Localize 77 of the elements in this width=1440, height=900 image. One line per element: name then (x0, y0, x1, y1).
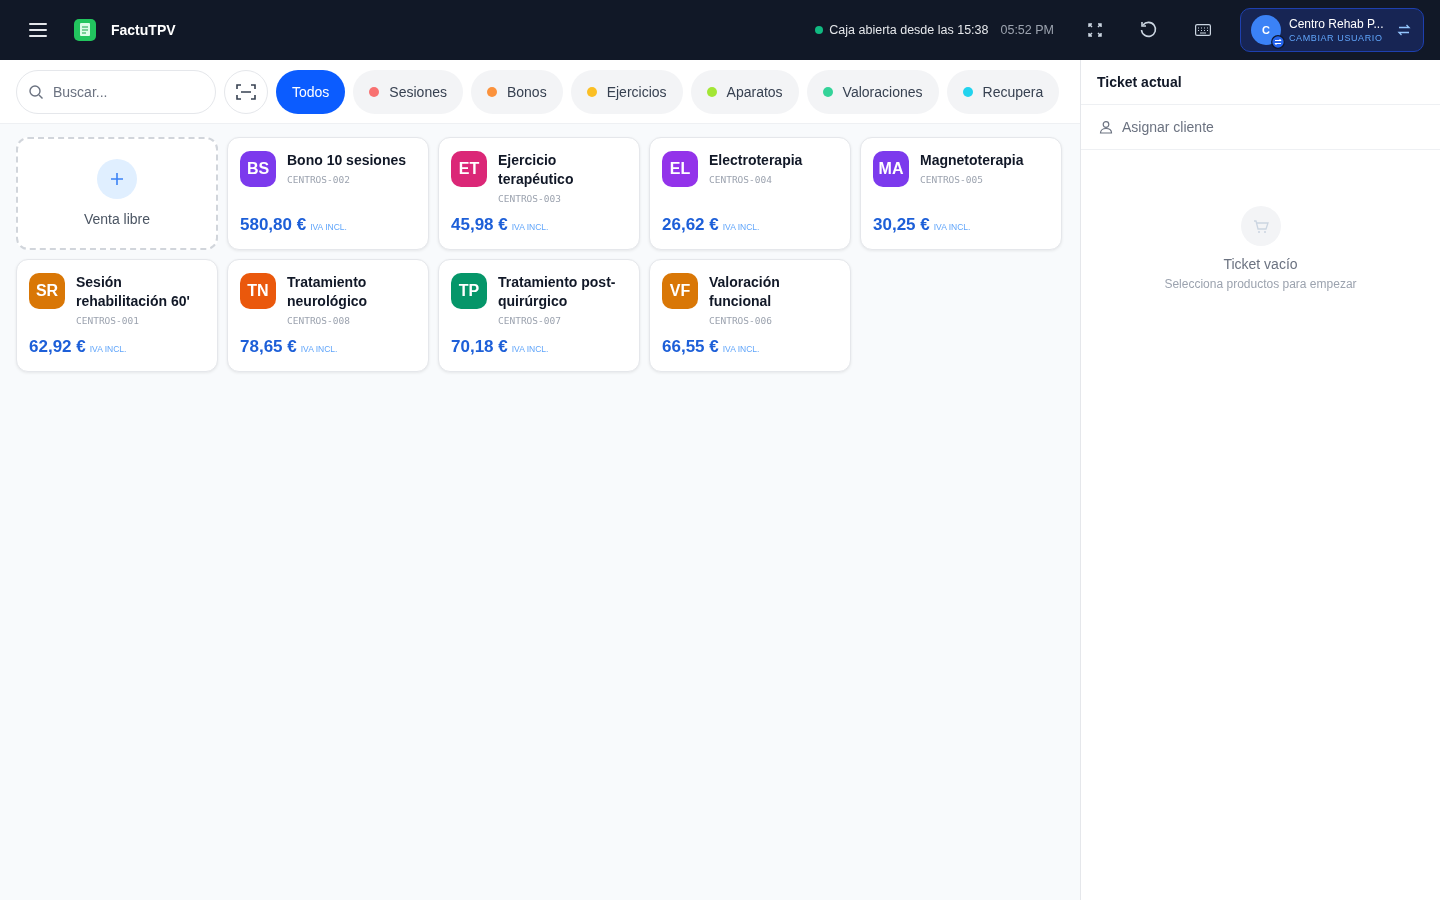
product-name: Electroterapia (709, 151, 803, 170)
product-initials: TP (451, 273, 487, 309)
product-name: Magnetoterapia (920, 151, 1024, 170)
product-initials: VF (662, 273, 698, 309)
category-tab[interactable]: Sesiones (353, 69, 463, 114)
tax-note: IVA INCL. (933, 222, 971, 232)
product-card[interactable]: TN Tratamiento neurológico CENTROS-008 78,65 € IVA INCL. (227, 259, 429, 372)
switch-user-label: CAMBIAR USUARIO (1289, 33, 1383, 43)
tax-note: IVA INCL. (511, 222, 549, 232)
category-tab[interactable]: Valoraciones (806, 69, 939, 114)
product-name: Tratamiento post-quirúrgico (498, 273, 617, 311)
empty-ticket-hint: Selecciona productos para empezar (1164, 277, 1357, 291)
product-price: 580,80 € (240, 215, 307, 235)
scan-icon (236, 83, 256, 100)
tax-note: IVA INCL. (300, 344, 338, 354)
product-price: 30,25 € (873, 215, 930, 235)
product-price: 62,92 € (29, 337, 86, 357)
empty-ticket-title: Ticket vacío (1223, 256, 1298, 272)
free-sale-card[interactable]: Venta libre (16, 137, 218, 250)
product-name: Sesión rehabilitación 60' (76, 273, 191, 311)
clock: 05:52 PM (1000, 23, 1054, 37)
product-card[interactable]: BS Bono 10 sesiones CENTROS-002 580,80 € IVA INCL. (227, 137, 429, 250)
assign-client-button[interactable]: Asignar cliente (1081, 105, 1440, 150)
product-code: CENTROS-008 (287, 315, 351, 326)
swap-icon (1397, 23, 1411, 37)
product-name: Valoración funcional (709, 273, 781, 311)
product-card[interactable]: VF Valoración funcional CENTROS-006 66,55 € IVA INCL. (649, 259, 851, 372)
status-dot (815, 26, 824, 34)
product-code: CENTROS-003 (498, 193, 562, 204)
product-price: 70,18 € (451, 337, 508, 357)
category-tab[interactable]: Todos (276, 69, 346, 114)
product-price: 78,65 € (240, 337, 297, 357)
register-status: Caja abierta desde las 15:38 (829, 23, 989, 37)
product-card[interactable]: EL Electroterapia CENTROS-004 26,62 € IVA INCL. (649, 137, 851, 250)
product-initials: MA (873, 151, 909, 187)
product-initials: SR (29, 273, 65, 309)
tax-note: IVA INCL. (310, 222, 347, 232)
plus-icon (97, 159, 137, 199)
product-code: CENTROS-002 (287, 174, 351, 185)
search-field[interactable]: Buscar... (16, 69, 216, 114)
app-name: FactuTPV (111, 22, 176, 38)
product-card[interactable]: TP Tratamiento post-quirúrgico CENTROS-007 70,18 € IVA INCL. (438, 259, 640, 372)
product-price: 45,98 € (451, 215, 508, 235)
product-code: CENTROS-005 (920, 174, 984, 185)
product-code: CENTROS-004 (709, 174, 773, 185)
category-tab[interactable]: Aparatos (690, 69, 799, 114)
product-card[interactable]: ET Ejercicio terapéutico CENTROS-003 45,98 € IVA INCL. (438, 137, 640, 250)
tax-note: IVA INCL. (722, 344, 760, 354)
tax-note: IVA INCL. (511, 344, 549, 354)
switch-user-button[interactable]: C Centro Rehab P... CAMBIAR USUARIO (1240, 8, 1424, 52)
product-code: CENTROS-001 (76, 315, 140, 326)
product-card[interactable]: MA Magnetoterapia CENTROS-005 30,25 € IVA INCL. (860, 137, 1062, 250)
tax-note: IVA INCL. (722, 222, 760, 232)
swap-badge-icon (1271, 35, 1285, 49)
ticket-title: Ticket actual (1081, 60, 1440, 105)
product-initials: EL (662, 151, 698, 187)
user-icon (1099, 120, 1113, 134)
product-name: Bono 10 sesiones (287, 151, 407, 170)
product-name: Ejercicio terapéutico (498, 151, 575, 189)
tax-note: IVA INCL. (89, 344, 127, 354)
product-card[interactable]: SR Sesión rehabilitación 60' CENTROS-001 62,92 € IVA INCL. (16, 259, 218, 372)
free-sale-label: Venta libre (83, 211, 151, 227)
product-initials: TN (240, 273, 276, 309)
category-tab[interactable]: Bonos (470, 69, 563, 114)
product-initials: BS (240, 151, 276, 187)
product-initials: ET (451, 151, 487, 187)
cart-icon (1240, 206, 1281, 246)
product-name: Tratamiento neurológico (287, 273, 369, 311)
category-tab[interactable]: Ejercicios (570, 69, 683, 114)
category-tab[interactable]: Recupera (946, 69, 1060, 114)
product-price: 66,55 € (662, 337, 719, 357)
user-name: Centro Rehab P... (1289, 17, 1384, 31)
product-price: 26,62 € (662, 215, 719, 235)
product-code: CENTROS-006 (709, 315, 773, 326)
receipt-logo-icon (74, 19, 96, 41)
product-code: CENTROS-007 (498, 315, 562, 326)
search-icon (28, 83, 44, 100)
